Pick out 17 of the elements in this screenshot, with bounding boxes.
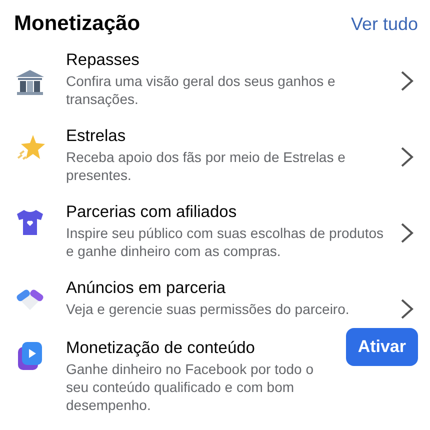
item-description: Veja e gerencie suas permissões do parceiro.	[66, 300, 350, 318]
chevron-right-icon[interactable]	[400, 298, 414, 320]
item-description: Ganhe dinheiro no Facebook por todo o seu conteúdo qualificado e com bom desempenho.	[66, 360, 315, 414]
item-title[interactable]: Monetização de conteúdo	[66, 338, 334, 359]
chevron-right-icon[interactable]	[400, 222, 414, 244]
item-title[interactable]: Estrelas	[66, 126, 388, 147]
section-title: Monetização	[14, 12, 140, 36]
chevron-right-icon[interactable]	[400, 70, 414, 92]
activate-button[interactable]: Ativar	[346, 328, 418, 366]
item-title[interactable]: Anúncios em parceria	[66, 278, 388, 299]
item-description: Receba apoio dos fãs por meio de Estrelas e presentes.	[66, 148, 346, 184]
item-description: Inspire seu público com suas escolhas de produtos e ganhe dinheiro com as compras.	[66, 224, 385, 260]
item-description: Confira uma visão geral dos seus ganhos e transações.	[66, 72, 336, 108]
chevron-right-icon[interactable]	[400, 146, 414, 168]
see-all-link[interactable]: Ver tudo	[350, 14, 418, 34]
item-title[interactable]: Repasses	[66, 50, 388, 71]
item-title[interactable]: Parcerias com afiliados	[66, 202, 388, 223]
